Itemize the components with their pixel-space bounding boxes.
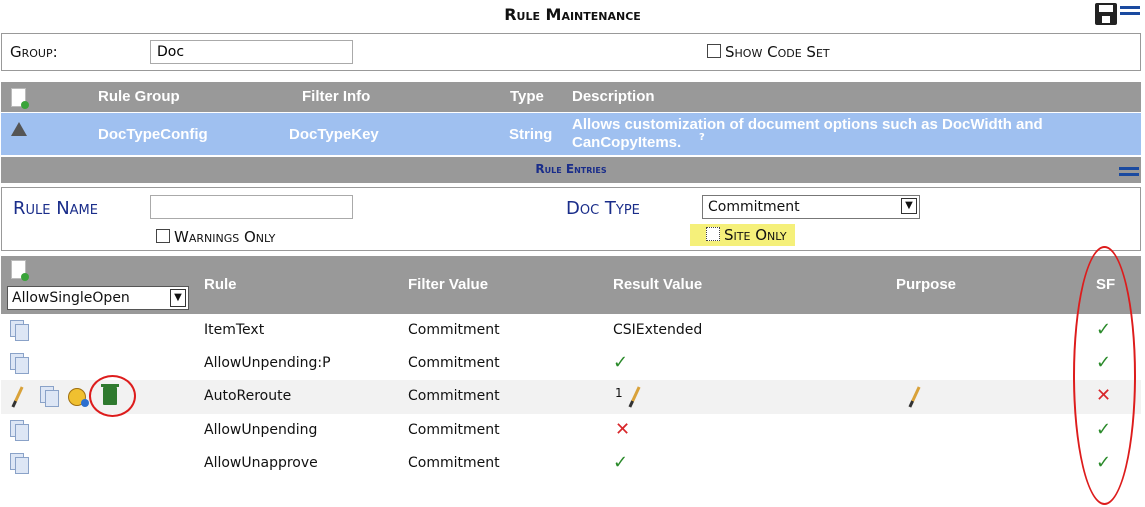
col-result-value[interactable]: Result Value xyxy=(613,276,702,293)
warnings-only-label: Warnings Only xyxy=(174,228,276,246)
rule-name-input[interactable] xyxy=(150,195,353,219)
filter-cell: Commitment xyxy=(408,322,500,338)
col-rule-group: Rule Group xyxy=(98,88,180,105)
result-check-icon: ✓ xyxy=(613,452,629,473)
doc-type-select[interactable]: Commitment ▼ xyxy=(702,195,920,219)
filter-cell: Commitment xyxy=(408,455,500,471)
rule-cell: AllowUnpending:P xyxy=(204,355,331,371)
rule-filter-select[interactable]: AllowSingleOpen ▼ xyxy=(7,286,189,310)
rule-filter-value: AllowSingleOpen xyxy=(12,290,130,306)
edit-purpose-pencil-icon[interactable] xyxy=(908,386,921,408)
table-row[interactable]: ItemText Commitment CSIExtended ✓ xyxy=(1,314,1141,348)
chevron-down-icon[interactable]: ▼ xyxy=(170,289,186,307)
col-purpose[interactable]: Purpose xyxy=(896,276,956,293)
col-filter-value[interactable]: Filter Value xyxy=(408,276,488,293)
description-line-1: Allows customization of document options… xyxy=(572,116,1043,133)
copy-icon[interactable] xyxy=(40,386,60,407)
rule-cell: ItemText xyxy=(204,322,265,338)
menu-icon[interactable] xyxy=(1120,6,1140,18)
table-row[interactable]: AutoReroute Commitment 1 ✕ xyxy=(1,380,1141,414)
filter-cell: Commitment xyxy=(408,422,500,438)
table-row[interactable]: AllowUnapprove Commitment ✓ ✓ xyxy=(1,447,1141,481)
rule-group-value: DocTypeConfig xyxy=(98,126,208,143)
page-title: Rule Maintenance xyxy=(504,5,641,24)
doc-type-label: Doc Type xyxy=(566,198,640,219)
group-table-header: Rule Group Filter Info Type Description xyxy=(1,82,1141,112)
rule-entries-bar: Rule Entries xyxy=(1,157,1141,183)
annotation-circle-trash xyxy=(89,375,136,417)
site-only-label: Site Only xyxy=(724,226,787,244)
result-cell: CSIExtended xyxy=(613,322,703,338)
copy-icon[interactable] xyxy=(10,420,30,441)
checkbox-icon[interactable] xyxy=(707,44,721,58)
rules-table-header: AllowSingleOpen ▼ Rule Filter Value Resu… xyxy=(1,256,1141,314)
info-badge-icon xyxy=(81,399,89,407)
checkbox-icon[interactable] xyxy=(706,227,720,241)
rule-entries-title: Rule Entries xyxy=(535,162,607,176)
add-rule-icon[interactable] xyxy=(11,260,29,281)
edit-result-pencil-icon[interactable] xyxy=(628,386,641,408)
rule-cell: AllowUnapprove xyxy=(204,455,318,471)
show-code-set-checkbox[interactable]: Show Code Set xyxy=(707,43,830,61)
group-row: Group: Show Code Set xyxy=(1,33,1141,71)
site-only-checkbox[interactable]: Site Only xyxy=(690,224,795,246)
col-type: Type xyxy=(510,88,544,105)
edit-pencil-icon[interactable] xyxy=(11,386,24,408)
filter-info-value: DocTypeKey xyxy=(289,126,379,143)
description-line-2: CanCopyItems. xyxy=(572,134,682,151)
result-cross-icon: ✕ xyxy=(615,419,631,440)
chevron-down-icon[interactable]: ▼ xyxy=(901,198,917,214)
result-cell: 1 xyxy=(615,386,623,400)
rule-cell: AllowUnpending xyxy=(204,422,318,438)
add-document-icon[interactable] xyxy=(11,88,29,109)
copy-icon[interactable] xyxy=(10,320,30,341)
menu-icon[interactable] xyxy=(1119,167,1139,179)
show-code-set-label: Show Code Set xyxy=(725,43,830,61)
filter-panel: Rule Name Warnings Only Doc Type Commitm… xyxy=(1,187,1141,251)
rule-cell: AutoReroute xyxy=(204,388,292,404)
col-rule[interactable]: Rule xyxy=(204,276,237,293)
col-filter-info: Filter Info xyxy=(302,88,371,105)
col-description: Description xyxy=(572,88,655,105)
rule-name-label: Rule Name xyxy=(13,198,98,219)
copy-icon[interactable] xyxy=(10,353,30,374)
warnings-only-checkbox[interactable]: Warnings Only xyxy=(156,228,275,246)
help-icon[interactable]: ? xyxy=(699,132,705,143)
filter-cell: Commitment xyxy=(408,355,500,371)
table-row[interactable]: AllowUnpending:P Commitment ✓ ✓ xyxy=(1,347,1141,381)
group-input[interactable] xyxy=(150,40,353,64)
table-row[interactable]: AllowUnpending Commitment ✕ ✓ xyxy=(1,414,1141,448)
doc-type-value: Commitment xyxy=(708,199,800,215)
copy-icon[interactable] xyxy=(10,453,30,474)
result-check-icon: ✓ xyxy=(613,352,629,373)
filter-cell: Commitment xyxy=(408,388,500,404)
save-icon[interactable] xyxy=(1095,3,1117,25)
collapse-up-icon[interactable] xyxy=(11,122,27,136)
group-label: Group: xyxy=(10,43,58,61)
group-table-row[interactable]: DocTypeConfig DocTypeKey String Allows c… xyxy=(1,113,1141,155)
annotation-oval-sf xyxy=(1073,246,1136,505)
checkbox-icon[interactable] xyxy=(156,229,170,243)
type-value: String xyxy=(509,126,553,143)
